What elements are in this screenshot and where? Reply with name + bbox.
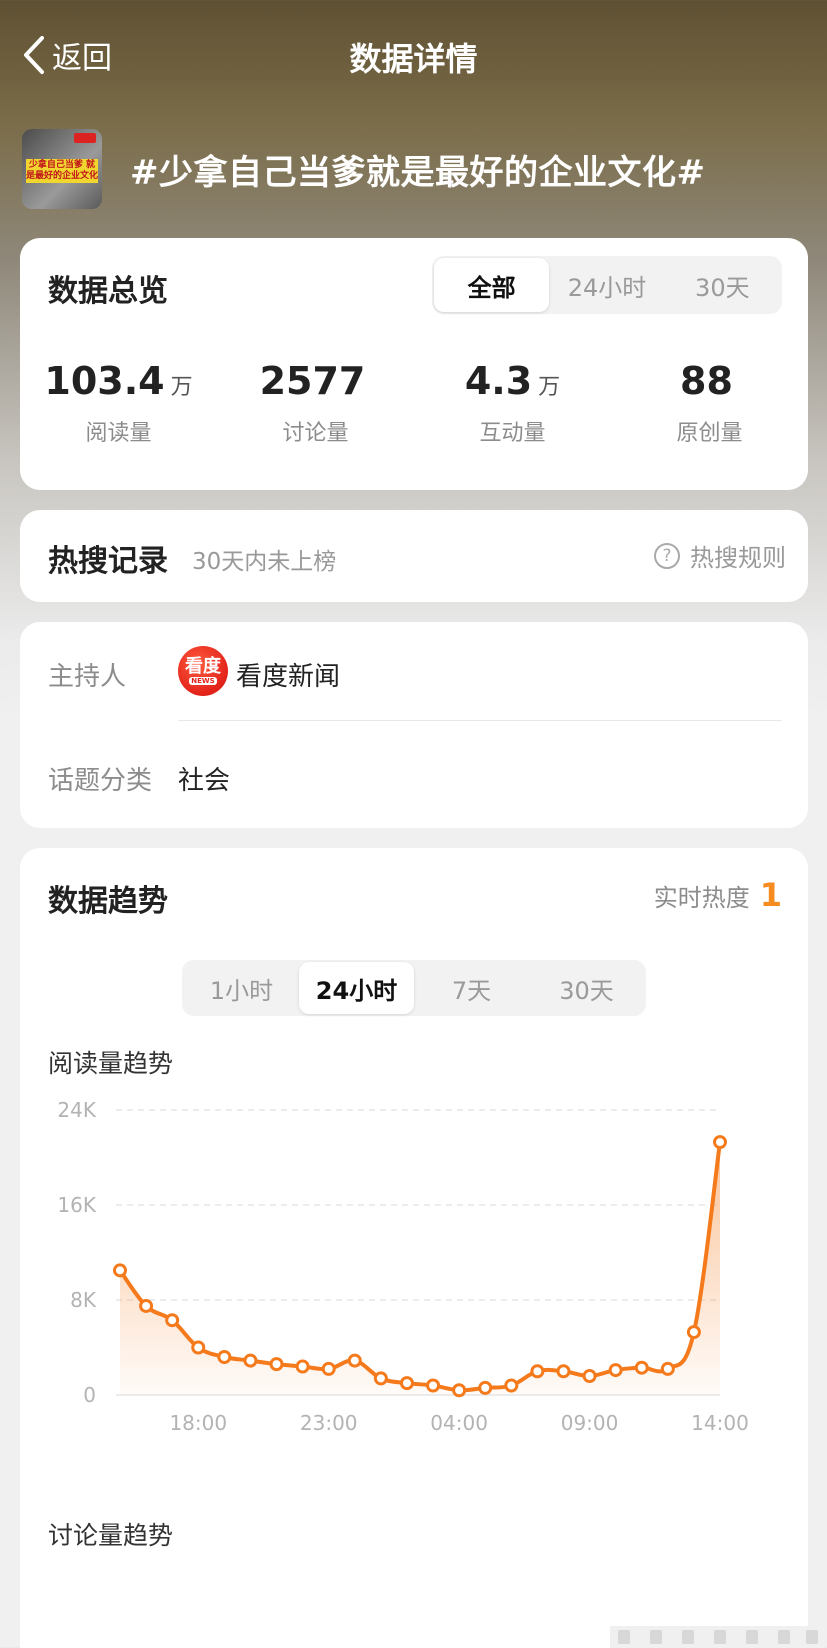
stat-value: 2577 [259,359,366,403]
tab-all[interactable]: 全部 [434,258,550,312]
page-title: 数据详情 [349,40,478,78]
read-area [120,1142,720,1395]
hot-search-card: 热搜记录 30天内未上榜 ? 热搜规则 [20,510,808,602]
overview-card: 数据总览 全部 24小时 30天 103.4 万 阅读量 2577 讨论量 4.3… [20,238,808,490]
read-trend-chart: 0 8K 16K 24K 18:00 23:00 04:00 09:00 14:00 [57,1098,749,1435]
data-point[interactable] [582,1369,597,1383]
overview-title: 数据总览 [48,274,168,309]
data-point[interactable] [191,1340,206,1355]
hot-search-title: 热搜记录 [48,544,168,579]
thumbnail-caption: 少拿自己当爹 就是最好的企业文化 [26,159,99,183]
question-circle-icon: ? [654,542,680,569]
y-tick-label: 0 [83,1383,96,1407]
hot-search-rule-label: 热搜规则 [690,544,786,572]
x-tick-label: 18:00 [169,1411,227,1435]
stat-value: 88 [680,359,733,403]
data-point[interactable] [113,1263,127,1278]
home-indicator [610,1626,826,1648]
stat-originals: 88 原创量 [611,356,808,447]
data-point[interactable] [347,1353,362,1368]
topic-thumbnail: 少拿自己当爹 就是最好的企业文化 [22,129,102,209]
host-label: 主持人 [48,662,127,692]
y-tick-label: 8K [70,1288,97,1312]
data-point[interactable] [426,1378,441,1393]
hot-search-rule-link[interactable]: ? 热搜规则 [654,538,786,573]
data-point[interactable] [686,1325,701,1340]
stat-reads: 103.4 万 阅读量 [20,356,217,447]
stat-label: 互动量 [479,421,546,446]
trend-card: 数据趋势 实时热度 1 1小时 24小时 7天 30天 阅读量趋势 0 8K 16K… [20,848,808,1648]
stat-value: 4.3 [464,359,533,403]
data-point[interactable] [321,1361,336,1376]
discuss-trend-title: 讨论量趋势 [48,1521,174,1550]
data-point[interactable] [504,1378,519,1393]
data-point[interactable] [713,1135,727,1150]
category-label: 话题分类 [48,766,153,796]
data-point[interactable] [139,1298,154,1313]
stat-unit: 万 [538,375,561,400]
overview-stats: 103.4 万 阅读量 2577 讨论量 4.3 万 互动量 88 原创量 [20,356,808,447]
stat-unit: 万 [170,375,193,400]
x-tick-label: 14:00 [691,1411,749,1435]
data-point[interactable] [217,1350,232,1364]
tab-24h[interactable]: 24小时 [549,258,664,312]
stat-label: 原创量 [676,421,743,446]
x-tick-label: 23:00 [300,1411,358,1435]
host-logo-text: 看度 [185,655,221,677]
divider [178,720,782,721]
data-point[interactable] [269,1357,284,1372]
data-point[interactable] [478,1380,493,1395]
data-point[interactable] [373,1371,388,1386]
x-tick-label: 09:00 [561,1411,619,1435]
stat-discussions: 2577 讨论量 [217,356,414,447]
stat-label: 讨论量 [282,421,349,446]
data-point[interactable] [660,1361,675,1376]
topic-title: #少拿自己当爹就是最好的企业文化# [130,152,706,193]
host-logo-sub: NEWS [189,676,217,685]
host-name[interactable]: 看度新闻 [236,656,340,693]
thumbnail-logo [74,133,96,143]
y-tick-label: 24K [57,1098,96,1122]
host-avatar[interactable]: 看度 NEWS [178,646,228,696]
data-point[interactable] [452,1383,467,1398]
overview-tabs: 全部 24小时 30天 [432,256,782,314]
data-point[interactable] [556,1364,571,1379]
data-point[interactable] [295,1359,310,1374]
top-bar: 返回 数据详情 [0,0,827,112]
x-tick-label: 04:00 [430,1411,488,1435]
read-line [118,1140,722,1393]
data-point[interactable] [608,1363,623,1378]
stat-interactions: 4.3 万 互动量 [414,356,611,447]
category-value: 社会 [178,766,231,796]
stat-label: 阅读量 [85,421,152,446]
data-point[interactable] [399,1376,414,1391]
hot-search-subtitle: 30天内未上榜 [192,549,337,575]
stat-value: 103.4 [44,359,165,403]
data-point[interactable] [530,1364,545,1379]
data-point[interactable] [165,1313,180,1328]
data-point[interactable] [634,1360,649,1375]
tab-30d[interactable]: 30天 [665,258,780,312]
y-tick-label: 16K [57,1193,96,1217]
topic-header: 少拿自己当爹 就是最好的企业文化 #少拿自己当爹就是最好的企业文化# [22,128,705,210]
data-point[interactable] [243,1353,258,1368]
topic-info-card: 主持人 看度 NEWS 看度新闻 话题分类 社会 [20,622,808,828]
